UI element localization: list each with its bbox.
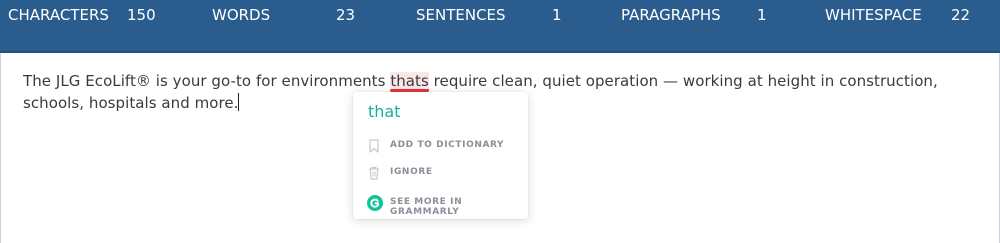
sentences-label: SENTENCES (416, 6, 506, 24)
words-count: 23 (336, 6, 356, 24)
add-to-dictionary-button[interactable]: ADD TO DICTIONARY (353, 136, 528, 158)
sentences-count: 1 (552, 6, 562, 24)
app-frame: CHARACTERS 150 WORDS 23 SENTENCES 1 PARA… (0, 0, 1000, 243)
trash-icon (367, 165, 381, 181)
paragraphs-count: 1 (757, 6, 767, 24)
text-stats-bar: CHARACTERS 150 WORDS 23 SENTENCES 1 PARA… (0, 0, 1000, 53)
whitespace-count: 22 (951, 6, 971, 24)
characters-label: CHARACTERS (8, 6, 109, 24)
misspelled-word[interactable]: thats (390, 72, 429, 90)
characters-count: 150 (127, 6, 156, 24)
grammarly-logo-icon (367, 195, 383, 211)
whitespace-label: WHITESPACE (825, 6, 922, 24)
suggestion-replacement[interactable]: that (368, 102, 401, 121)
paragraphs-label: PARAGRAPHS (621, 6, 721, 24)
grammarly-suggestion-card: that ADD TO DICTIONARY IGNORE SEE MORE I… (353, 92, 528, 219)
ignore-label: IGNORE (390, 167, 433, 177)
words-label: WORDS (212, 6, 271, 24)
add-to-dictionary-label: ADD TO DICTIONARY (390, 140, 505, 150)
text-before-error: The JLG EcoLift® is your go-to for envir… (23, 72, 391, 90)
ignore-button[interactable]: IGNORE (353, 163, 528, 185)
text-caret (238, 93, 240, 111)
see-more-label: SEE MORE IN GRAMMARLY (390, 197, 463, 217)
bookmark-icon (367, 138, 381, 154)
see-more-in-grammarly-button[interactable]: SEE MORE IN GRAMMARLY (353, 193, 528, 217)
